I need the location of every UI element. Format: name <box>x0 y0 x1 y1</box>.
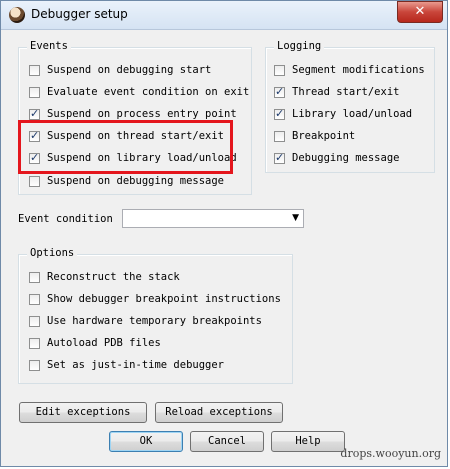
debugger-setup-dialog: Debugger setup ✕ Events Suspend on debug… <box>0 0 448 467</box>
option-autoload-pdb[interactable]: Autoload PDB files <box>29 335 161 351</box>
checkbox-label: Debugging message <box>292 152 400 164</box>
checkbox-label: Thread start/exit <box>292 86 400 98</box>
option-hardware-temp-breakpoints[interactable]: Use hardware temporary breakpoints <box>29 313 262 329</box>
log-breakpoint[interactable]: Breakpoint <box>274 128 355 144</box>
event-evaluate-condition-on-exit[interactable]: Evaluate event condition on exit <box>29 84 249 100</box>
checkbox-icon[interactable] <box>274 107 285 120</box>
log-segment-modifications[interactable]: Segment modifications <box>274 62 425 78</box>
ok-button[interactable]: OK <box>109 431 183 452</box>
event-condition-label: Event condition <box>18 213 113 225</box>
log-debugging-message[interactable]: Debugging message <box>274 150 399 166</box>
checkbox-icon[interactable] <box>29 315 40 327</box>
checkbox-label: Suspend on process entry point <box>47 108 237 120</box>
help-button[interactable]: Help <box>271 431 345 452</box>
checkbox-label: Reconstruct the stack <box>47 271 180 283</box>
checkbox-icon[interactable] <box>29 175 40 187</box>
checkbox-icon[interactable] <box>274 64 285 76</box>
checkbox-icon[interactable] <box>29 107 40 120</box>
close-icon[interactable]: ✕ <box>397 1 443 23</box>
checkbox-label: Suspend on debugging message <box>47 175 225 187</box>
event-suspend-debugging-message[interactable]: Suspend on debugging message <box>29 173 224 189</box>
checkbox-label: Breakpoint <box>292 130 356 142</box>
checkbox-label: Show debugger breakpoint instructions <box>47 293 281 305</box>
event-condition-select[interactable]: ▼ <box>122 209 304 228</box>
option-reconstruct-stack[interactable]: Reconstruct the stack <box>29 269 180 285</box>
checkbox-label: Suspend on debugging start <box>47 64 212 76</box>
window-title: Debugger setup <box>31 7 128 21</box>
checkbox-label: Autoload PDB files <box>47 337 161 349</box>
watermark: drops.wooyun.org <box>340 447 441 460</box>
checkbox-icon[interactable] <box>274 130 285 142</box>
edit-exceptions-button[interactable]: Edit exceptions <box>19 402 147 423</box>
option-just-in-time-debugger[interactable]: Set as just-in-time debugger <box>29 357 224 373</box>
options-legend: Options <box>27 247 78 259</box>
chevron-down-icon[interactable]: ▼ <box>292 213 299 223</box>
log-thread-start-exit[interactable]: Thread start/exit <box>274 84 399 100</box>
checkbox-icon[interactable] <box>274 85 285 98</box>
app-icon <box>9 7 25 23</box>
checkbox-icon[interactable] <box>29 359 40 371</box>
red-highlight-box <box>18 120 233 174</box>
logging-legend: Logging <box>274 40 325 52</box>
checkbox-label: Set as just-in-time debugger <box>47 359 225 371</box>
checkbox-label: Segment modifications <box>292 64 425 76</box>
checkbox-label: Library load/unload <box>292 108 413 120</box>
checkbox-icon[interactable] <box>29 271 40 283</box>
checkbox-icon[interactable] <box>29 86 40 98</box>
checkbox-label: Evaluate event condition on exit <box>47 86 250 98</box>
reload-exceptions-button[interactable]: Reload exceptions <box>155 402 283 423</box>
events-legend: Events <box>27 40 71 52</box>
option-show-breakpoint-instructions[interactable]: Show debugger breakpoint instructions <box>29 291 281 307</box>
checkbox-label: Use hardware temporary breakpoints <box>47 315 262 327</box>
checkbox-icon[interactable] <box>29 293 40 305</box>
cancel-button[interactable]: Cancel <box>190 431 264 452</box>
title-bar[interactable]: Debugger setup ✕ <box>1 1 447 30</box>
log-library-load-unload[interactable]: Library load/unload <box>274 106 412 122</box>
checkbox-icon[interactable] <box>29 337 40 349</box>
checkbox-icon[interactable] <box>29 64 40 76</box>
event-suspend-debugging-start[interactable]: Suspend on debugging start <box>29 62 211 78</box>
checkbox-icon[interactable] <box>274 151 285 164</box>
